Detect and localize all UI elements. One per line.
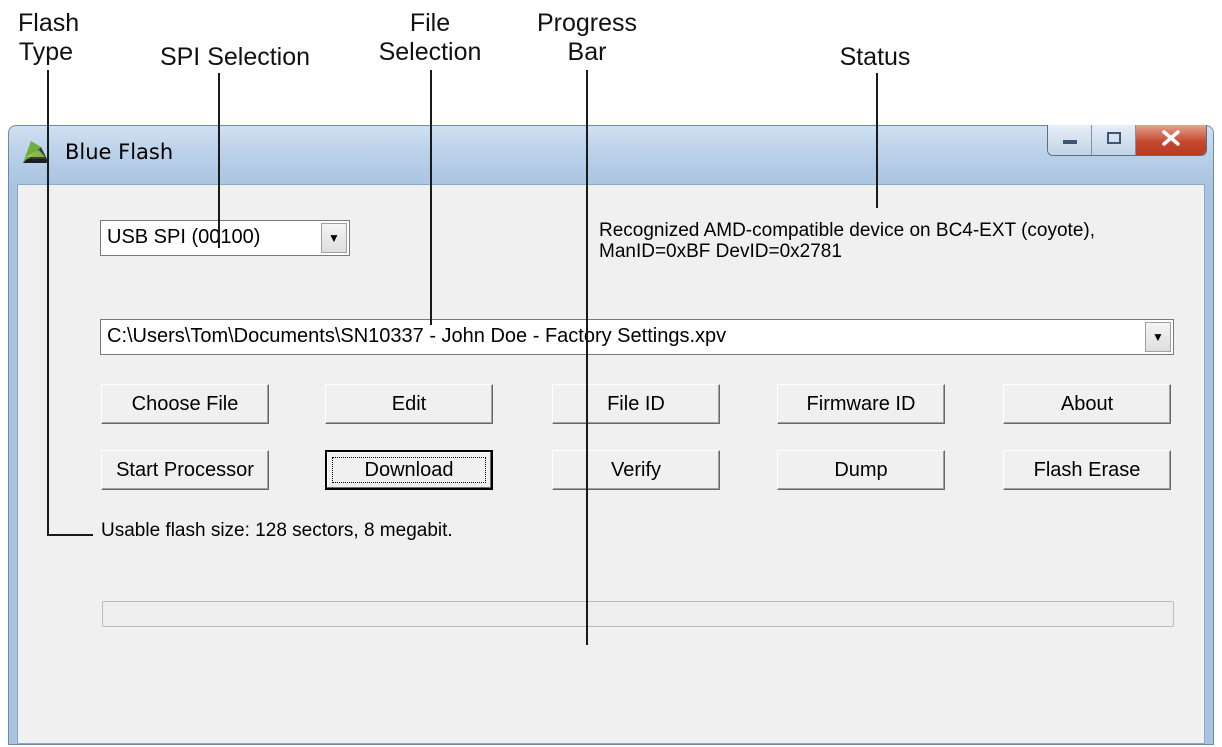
leader-flash-type	[47, 70, 49, 536]
annotation-progress-bar: Progress Bar	[524, 9, 650, 67]
annotation-file-selection-line1: File	[409, 9, 451, 37]
spi-selection-value: USB SPI (00100)	[107, 226, 261, 248]
close-button[interactable]	[1136, 125, 1206, 155]
minimize-button[interactable]	[1048, 125, 1092, 155]
annotation-flash-type: Flash Type	[18, 9, 80, 67]
title-bar[interactable]: Blue Flash	[9, 125, 1213, 184]
annotation-status: Status	[839, 43, 911, 71]
maximize-button[interactable]	[1092, 125, 1136, 155]
annotation-file-selection-line2: Selection	[378, 38, 482, 66]
status-line-1: Recognized AMD-compatible device on BC4-…	[599, 220, 1095, 241]
close-icon	[1162, 129, 1180, 151]
annotation-spi-selection: SPI Selection	[159, 43, 311, 71]
status-text: Recognized AMD-compatible device on BC4-…	[599, 220, 1095, 262]
focus-rectangle	[332, 457, 486, 483]
blue-flash-window: Blue Flash USB SPI (00100) ▼ Recognized …	[8, 125, 1214, 745]
leader-file-selection	[430, 70, 432, 325]
leader-status	[876, 73, 878, 208]
chevron-down-icon[interactable]: ▼	[321, 223, 347, 253]
annotation-flash-type-line2: Type	[18, 38, 74, 66]
maximize-icon	[1106, 131, 1121, 149]
window-client-area: USB SPI (00100) ▼ Recognized AMD-compati…	[17, 184, 1205, 744]
chevron-down-icon[interactable]: ▼	[1145, 322, 1171, 352]
about-button[interactable]: About	[1003, 384, 1171, 424]
file-id-button[interactable]: File ID	[552, 384, 720, 424]
firmware-id-button[interactable]: Firmware ID	[777, 384, 945, 424]
start-processor-button[interactable]: Start Processor	[101, 450, 269, 490]
window-title: Blue Flash	[65, 140, 174, 164]
annotation-flash-type-line1: Flash	[18, 9, 80, 37]
leader-progress-bar	[586, 70, 588, 645]
status-line-2: ManID=0xBF DevID=0x2781	[599, 241, 842, 262]
choose-file-button[interactable]: Choose File	[101, 384, 269, 424]
verify-button[interactable]: Verify	[552, 450, 720, 490]
leader-flash-type-horizontal	[47, 534, 93, 536]
edit-button[interactable]: Edit	[325, 384, 493, 424]
annotation-progress-bar-line2: Bar	[567, 38, 607, 66]
download-button[interactable]: Download	[325, 450, 493, 490]
file-selection-value: C:\Users\Tom\Documents\SN10337 - John Do…	[107, 325, 727, 347]
flash-size-label: Usable flash size: 128 sectors, 8 megabi…	[101, 520, 453, 541]
leader-spi-selection	[218, 73, 220, 248]
spi-selection-dropdown[interactable]: USB SPI (00100) ▼	[100, 220, 350, 256]
window-controls	[1047, 125, 1207, 156]
annotation-progress-bar-line1: Progress	[536, 9, 638, 37]
annotation-file-selection: File Selection	[370, 9, 490, 67]
dump-button[interactable]: Dump	[777, 450, 945, 490]
progress-bar	[102, 601, 1174, 627]
file-selection-dropdown[interactable]: C:\Users\Tom\Documents\SN10337 - John Do…	[100, 319, 1174, 355]
minimize-icon	[1062, 131, 1077, 149]
flash-erase-button[interactable]: Flash Erase	[1003, 450, 1171, 490]
